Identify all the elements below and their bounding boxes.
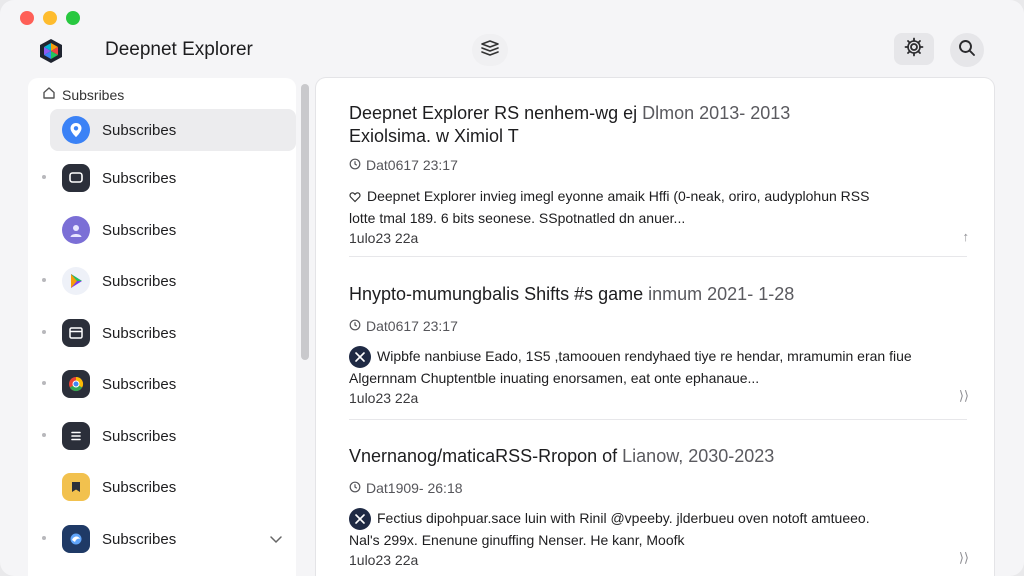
stack-list-icon bbox=[62, 422, 90, 450]
article-action-button[interactable]: ↑ bbox=[963, 229, 970, 244]
bullet-dot bbox=[42, 278, 46, 282]
article-action-button[interactable]: ⟩⟩ bbox=[959, 388, 969, 404]
sidebar-scrollbar[interactable] bbox=[299, 82, 311, 576]
bookmark-icon bbox=[62, 473, 90, 501]
sidebar-item-label: Subscribes bbox=[102, 427, 177, 445]
divider bbox=[349, 419, 967, 420]
minimize-window-button[interactable] bbox=[43, 11, 57, 25]
article-summary-line2: Nal's 299x. Enenune ginuffing Nenser. He… bbox=[349, 532, 685, 548]
article-summary-text: Fectius dipohpuar.sace luin with Rinil @… bbox=[377, 510, 870, 526]
feed-avatar-icon bbox=[349, 508, 371, 530]
user-avatar-icon bbox=[62, 216, 90, 244]
chevron-down-icon[interactable] bbox=[268, 531, 284, 552]
browser-window-icon bbox=[62, 319, 90, 347]
layers-button[interactable] bbox=[472, 34, 508, 66]
sidebar-item-8[interactable]: Subscribes bbox=[50, 466, 296, 508]
article-summary: Wipbfe nanbiuse Eado, 1S5 ,tamoouen rend… bbox=[349, 346, 969, 368]
app-title: Deepnet Explorer bbox=[105, 39, 253, 60]
article-summary: Fectius dipohpuar.sace luin with Rinil @… bbox=[349, 508, 969, 530]
article-item[interactable]: Vnernanog/maticaRSS-Rropon of Lianow, 20… bbox=[349, 445, 969, 568]
article-title[interactable]: Hnypto-mumungbalis Shifts #s game inmum … bbox=[349, 283, 969, 306]
article-summary-text: Wipbfe nanbiuse Eado, 1S5 ,tamoouen rend… bbox=[377, 348, 912, 364]
article-summary-text: Deepnet Explorer invieg imegl eyonne ama… bbox=[367, 188, 870, 204]
article-title-date-range: inmum 2021- 1-28 bbox=[643, 284, 795, 304]
article-title[interactable]: Deepnet Explorer RS nenhem-wg ej Dlmon 2… bbox=[349, 102, 969, 125]
article-date: Dat0617 23:17 bbox=[349, 157, 969, 173]
article-item[interactable]: Deepnet Explorer RS nenhem-wg ej Dlmon 2… bbox=[349, 102, 969, 246]
location-pin-icon bbox=[62, 116, 90, 144]
article-date: Dat0617 23:17 bbox=[349, 318, 969, 334]
scrollbar-thumb[interactable] bbox=[301, 84, 309, 360]
sidebar-item-3[interactable]: Subscribes bbox=[50, 209, 296, 251]
article-title-date-range: Dlmon 2013- 2013 bbox=[637, 103, 791, 123]
sidebar-item-1[interactable]: Subscribes bbox=[50, 109, 296, 151]
home-icon bbox=[42, 86, 56, 103]
app-logo-icon bbox=[38, 38, 64, 64]
article-footer: 1ulo23 22a bbox=[349, 390, 419, 406]
clock-icon bbox=[349, 318, 361, 334]
article-title-line2: Exiolsima. w Ximiol T bbox=[349, 126, 519, 146]
article-date-text: Dat0617 23:17 bbox=[366, 318, 458, 334]
sidebar-item-label: Subscribes bbox=[102, 324, 177, 342]
article-title-date-range: Lianow, 2030-2023 bbox=[617, 446, 775, 466]
bullet-dot bbox=[42, 433, 46, 437]
swirl-icon bbox=[62, 525, 90, 553]
search-button[interactable] bbox=[950, 33, 984, 67]
article-title-text: Deepnet Explorer RS nenhem-wg ej bbox=[349, 103, 638, 123]
article-item[interactable]: Hnypto-mumungbalis Shifts #s game inmum … bbox=[349, 283, 969, 406]
search-icon bbox=[958, 39, 976, 62]
sidebar-item-7[interactable]: Subscribes bbox=[42, 415, 296, 457]
bullet-dot bbox=[42, 381, 46, 385]
article-action-button[interactable]: ⟩⟩ bbox=[959, 550, 969, 566]
feed-avatar-icon bbox=[349, 346, 371, 368]
article-summary-line2: Algernnam Chuptentble inuating enorsamen… bbox=[349, 370, 760, 386]
article-summary: Deepnet Explorer invieg imegl eyonne ama… bbox=[349, 186, 969, 208]
chrome-circle-icon bbox=[62, 370, 90, 398]
heart-icon bbox=[349, 188, 361, 208]
chat-bubble-icon bbox=[62, 164, 90, 192]
settings-button[interactable] bbox=[894, 33, 934, 65]
bullet-dot bbox=[42, 175, 46, 179]
sidebar-item-9[interactable]: Subscribes bbox=[42, 518, 296, 560]
app-window: Deepnet Explorer Subsribes Subscribes Su… bbox=[0, 0, 1024, 576]
article-title[interactable]: Vnernanog/maticaRSS-Rropon of Lianow, 20… bbox=[349, 445, 969, 468]
sidebar-item-label: Subscribes bbox=[102, 375, 177, 393]
article-footer: 1ulo23 22a bbox=[349, 230, 419, 246]
layers-icon bbox=[480, 39, 500, 62]
article-date: Dat1909- 26:18 bbox=[349, 480, 969, 496]
sidebar-item-label: Subscribes bbox=[102, 478, 177, 496]
sidebar: Subsribes Subscribes Subscribes Subscrib… bbox=[28, 78, 296, 576]
sidebar-item-label: Subscribes bbox=[102, 121, 177, 139]
sidebar-item-4[interactable]: Subscribes bbox=[42, 260, 296, 302]
article-date-text: Dat1909- 26:18 bbox=[366, 480, 463, 496]
bullet-dot bbox=[42, 330, 46, 334]
sidebar-item-6[interactable]: Subscribes bbox=[42, 363, 296, 405]
article-feed: Deepnet Explorer RS nenhem-wg ej Dlmon 2… bbox=[316, 78, 994, 576]
sidebar-item-label: Subscribes bbox=[102, 530, 177, 548]
play-store-icon bbox=[62, 267, 90, 295]
article-title-text: Hnypto-mumungbalis Shifts #s game bbox=[349, 284, 644, 304]
bullet-dot bbox=[42, 536, 46, 540]
sidebar-item-label: Subscribes bbox=[102, 221, 177, 239]
sidebar-item-2[interactable]: Subscribes bbox=[42, 157, 296, 199]
sidebar-header[interactable]: Subsribes bbox=[42, 86, 124, 103]
article-title-text: Vnernanog/maticaRSS-Rropon of bbox=[349, 446, 618, 466]
article-summary-line2: lotte tmal 189. 6 bits seonese. SSpotnat… bbox=[349, 210, 686, 226]
close-window-button[interactable] bbox=[20, 11, 34, 25]
clock-icon bbox=[349, 480, 361, 496]
sidebar-item-label: Subscribes bbox=[102, 272, 177, 290]
sidebar-item-label: Subscribes bbox=[102, 169, 177, 187]
sidebar-header-label: Subsribes bbox=[62, 86, 125, 103]
window-controls bbox=[20, 11, 80, 25]
zoom-window-button[interactable] bbox=[66, 11, 80, 25]
sidebar-item-5[interactable]: Subscribes bbox=[42, 312, 296, 354]
article-footer: 1ulo23 22a bbox=[349, 552, 419, 568]
article-date-text: Dat0617 23:17 bbox=[366, 157, 458, 173]
gear-icon bbox=[904, 37, 924, 62]
divider bbox=[349, 256, 967, 257]
clock-icon bbox=[349, 157, 361, 173]
